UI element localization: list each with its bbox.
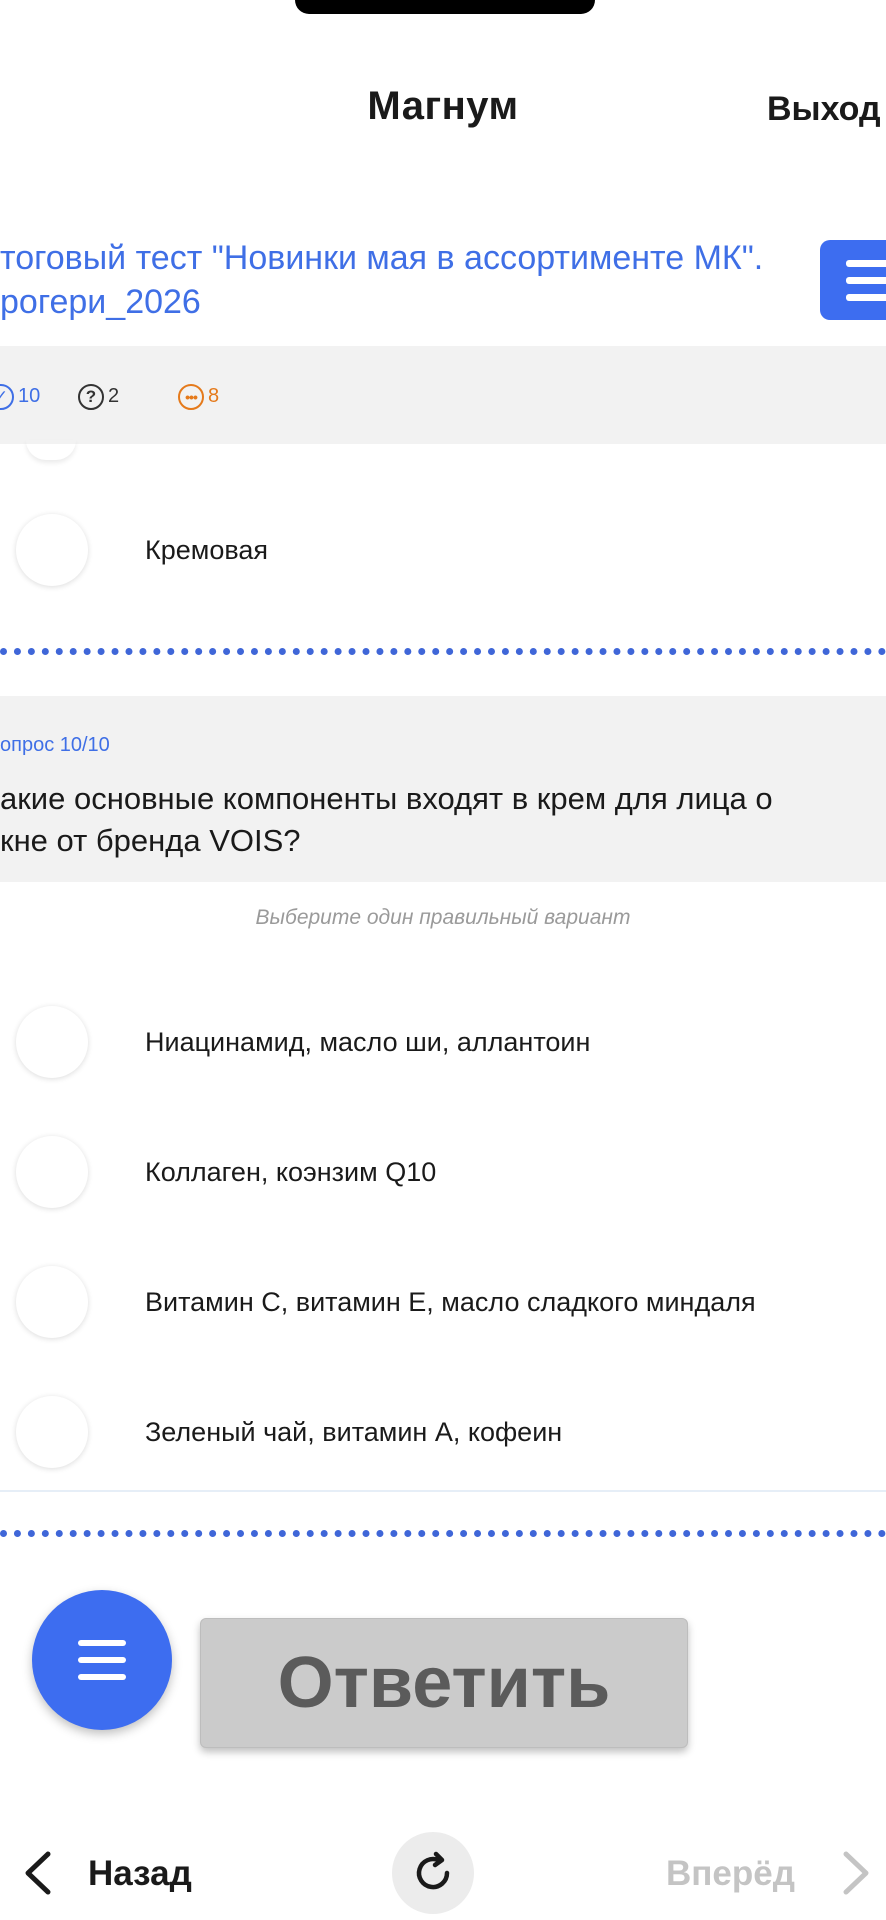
back-label: Назад xyxy=(88,1854,192,1893)
answered-stat: ✓ 10 xyxy=(0,382,40,410)
forward-button[interactable]: Вперёд xyxy=(666,1848,886,1898)
option-label: Ниацинамид, масло ши, аллантоин xyxy=(145,1027,591,1057)
option-row-3[interactable]: Витамин C, витамин E, масло сладкого мин… xyxy=(0,1252,886,1342)
options-bottom-border xyxy=(0,1490,886,1492)
menu-icon-bar-3 xyxy=(78,1674,126,1680)
menu-icon-bar-1 xyxy=(78,1640,126,1646)
question-number: опрос 10/10 xyxy=(0,734,110,756)
option-label: Зеленый чай, витамин A, кофеин xyxy=(145,1417,563,1447)
navigation-menu-fab[interactable] xyxy=(32,1590,172,1730)
menu-icon-bar-3 xyxy=(846,294,886,301)
refresh-icon xyxy=(416,1851,450,1890)
menu-icon-bar-2 xyxy=(846,277,886,284)
remaining-count: 8 xyxy=(208,385,220,407)
test-title: тоговый тест "Новинки мая в ассортименте… xyxy=(0,236,820,324)
radio-button[interactable] xyxy=(16,1006,88,1078)
answered-icon: ✓ xyxy=(0,383,14,410)
test-title-line1: тоговый тест "Новинки мая в ассортименте… xyxy=(0,239,764,277)
questions-count: 2 xyxy=(108,385,120,407)
questions-stat: ? 2 xyxy=(78,382,119,410)
question-text-line2: кне от бренда VOIS? xyxy=(0,823,301,858)
section-divider xyxy=(0,648,886,655)
menu-icon-bar-2 xyxy=(78,1657,126,1663)
section-divider xyxy=(0,1530,886,1537)
chevron-left-icon xyxy=(25,1851,51,1895)
option-label: Коллаген, коэнзим Q10 xyxy=(145,1157,437,1187)
option-row-2[interactable]: Коллаген, коэнзим Q10 xyxy=(0,1122,886,1212)
option-label: Кремовая xyxy=(145,535,269,565)
question-mark-icon: ? xyxy=(78,383,104,410)
question-text-line1: акие основные компоненты входят в крем д… xyxy=(0,781,773,816)
option-label: Витамин C, витамин E, масло сладкого мин… xyxy=(145,1287,756,1317)
question-text: акие основные компоненты входят в крем д… xyxy=(0,778,886,862)
radio-button[interactable] xyxy=(16,1266,88,1338)
question-block: опрос 10/10 акие основные компоненты вхо… xyxy=(0,696,886,882)
radio-button[interactable] xyxy=(16,1396,88,1468)
chevron-right-icon xyxy=(843,1851,869,1895)
device-notch xyxy=(295,0,595,14)
submit-answer-button[interactable]: Ответить xyxy=(200,1618,688,1748)
radio-button[interactable] xyxy=(16,514,88,586)
app-title: Магнум xyxy=(367,84,519,128)
logout-button[interactable]: Выход xyxy=(767,90,881,129)
test-title-line2: рогери_2026 xyxy=(0,283,201,321)
previous-radio-partial xyxy=(26,440,76,460)
option-row-4[interactable]: Зеленый чай, витамин A, кофеин xyxy=(0,1382,886,1472)
ellipsis-icon: ••• xyxy=(178,383,204,410)
stats-bar: ✓ 10 ? 2 ••• 8 xyxy=(0,346,886,444)
forward-label: Вперёд xyxy=(666,1854,795,1893)
remaining-stat: ••• 8 xyxy=(178,382,219,410)
menu-icon-bar-1 xyxy=(846,260,886,267)
test-menu-button[interactable] xyxy=(820,240,886,320)
answer-hint: Выберите один правильный вариант xyxy=(255,906,631,929)
prev-option-row[interactable]: Кремовая xyxy=(0,500,886,590)
option-row-1[interactable]: Ниацинамид, масло ши, аллантоин xyxy=(0,992,886,1082)
refresh-button[interactable] xyxy=(392,1832,474,1914)
answered-count: 10 xyxy=(18,385,41,407)
radio-button[interactable] xyxy=(16,1136,88,1208)
